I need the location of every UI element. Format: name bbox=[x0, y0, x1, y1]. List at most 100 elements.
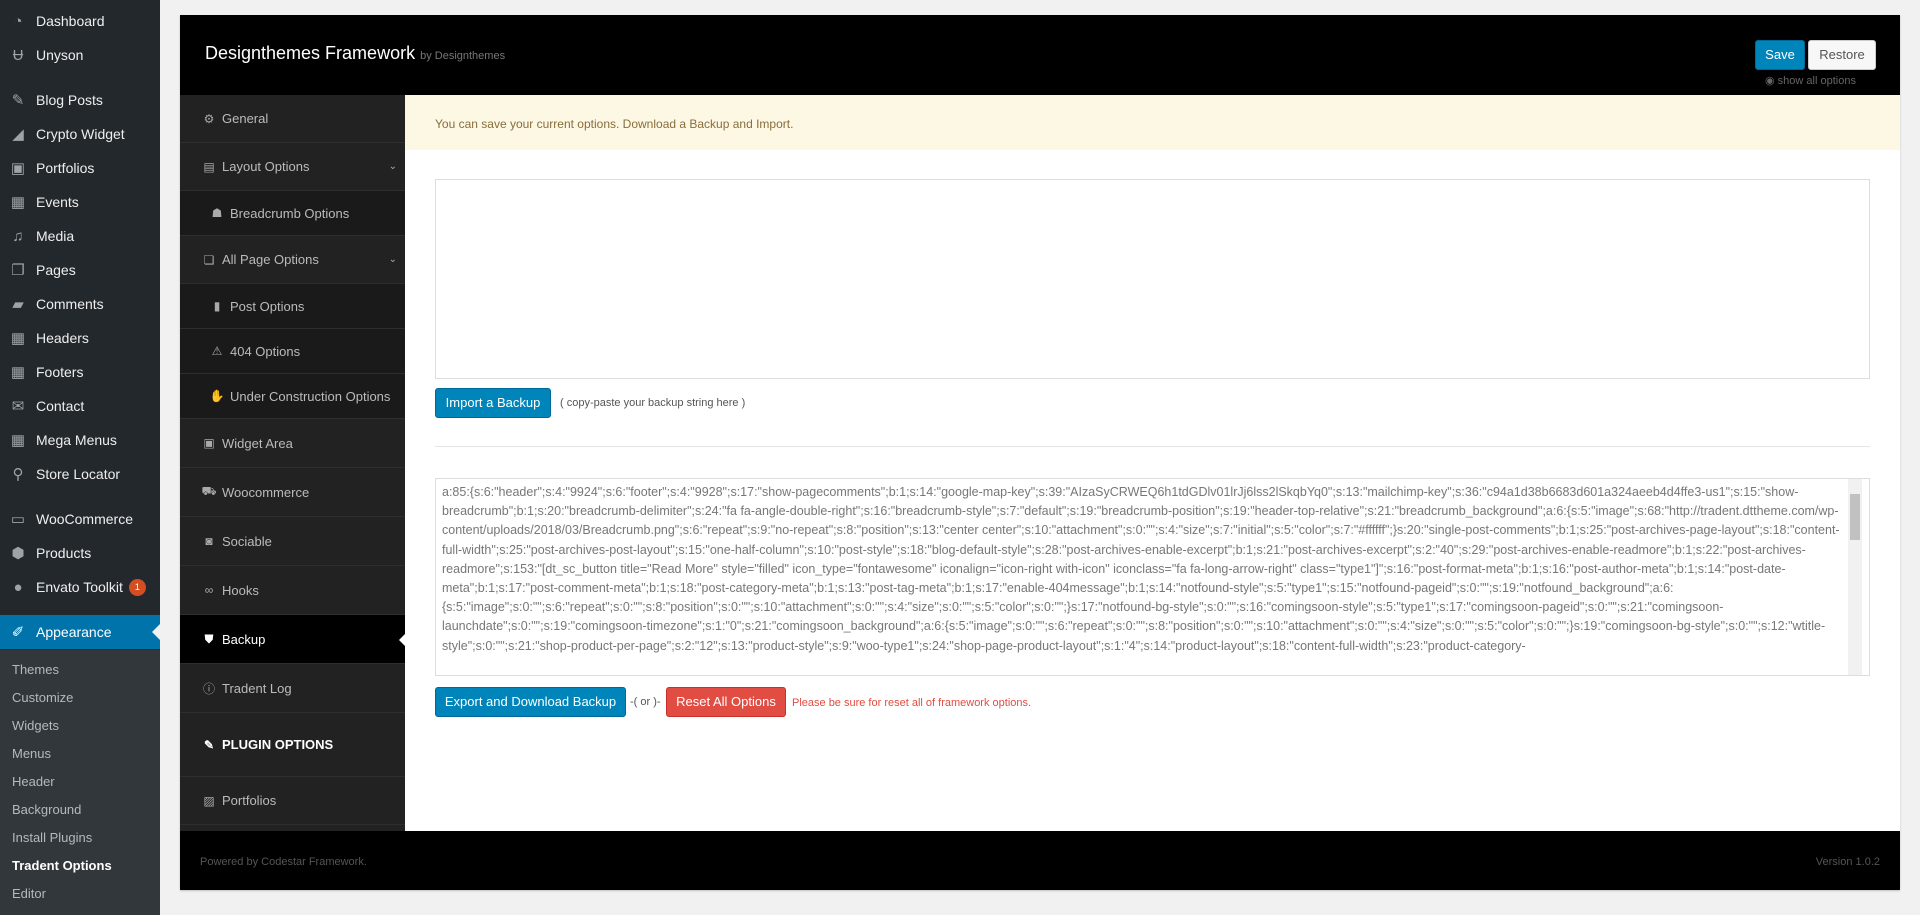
submenu-customize[interactable]: Customize bbox=[12, 690, 73, 705]
nav-label: Post Options bbox=[230, 298, 305, 314]
nav-backup[interactable]: ⛊ Backup bbox=[180, 615, 405, 664]
wp-menu-mega-menus[interactable]: ▦ Mega Menus bbox=[0, 423, 160, 457]
plugin-options-label: PLUGIN OPTIONS bbox=[222, 737, 334, 752]
wp-menu-label: Pages bbox=[36, 262, 76, 278]
or-separator: -( or )- bbox=[630, 696, 661, 708]
file-icon: ▮ bbox=[213, 299, 221, 313]
layout-icon: ▤ bbox=[203, 159, 215, 174]
nav-label: General bbox=[222, 111, 269, 126]
save-button[interactable]: Save bbox=[1755, 40, 1805, 70]
restore-button[interactable]: Restore bbox=[1808, 40, 1876, 70]
nav-all-page-options[interactable]: ❏ All Page Options ⌄ bbox=[180, 236, 405, 284]
wp-menu-store-locator[interactable]: ⚲ Store Locator bbox=[0, 457, 160, 491]
wp-menu-label: Portfolios bbox=[36, 160, 95, 176]
wp-menu-label: Media bbox=[36, 228, 75, 244]
show-all-label: show all options bbox=[1777, 75, 1856, 87]
calendar-icon: ▦ bbox=[10, 194, 26, 211]
nav-404-options[interactable]: ⚠ 404 Options bbox=[180, 329, 405, 374]
wp-menu-footers[interactable]: ▦ Footers bbox=[0, 355, 160, 389]
wp-menu-appearance[interactable]: ✐ Appearance bbox=[0, 615, 160, 649]
submenu-tradent-options[interactable]: Tradent Options bbox=[12, 858, 112, 873]
wp-admin-sidebar: ◔ Dashboard Ʉ Unyson ✎ Blog Posts ◢ Cryp… bbox=[0, 0, 160, 915]
wp-menu-label: Comments bbox=[36, 296, 104, 312]
export-backup-textarea[interactable]: a:85:{s:6:"header";s:4:"9924";s:6:"foote… bbox=[435, 478, 1870, 676]
nav-hooks[interactable]: ∞ Hooks bbox=[180, 566, 405, 615]
wp-menu-label: Contact bbox=[36, 398, 85, 414]
nav-woocommerce[interactable]: ⛟ Woocommerce bbox=[180, 468, 405, 517]
wp-menu-pages[interactable]: ❐ Pages bbox=[0, 253, 160, 287]
shield-icon: ⛊ bbox=[204, 631, 214, 646]
nav-tradent-log[interactable]: ⓘ Tradent Log bbox=[180, 664, 405, 713]
submenu-editor[interactable]: Editor bbox=[12, 886, 46, 901]
nav-sociable[interactable]: ◙ Sociable bbox=[180, 517, 405, 566]
wp-menu-portfolios[interactable]: ▣ Portfolios bbox=[0, 151, 160, 185]
show-all-options-link[interactable]: ◉ show all options bbox=[1765, 74, 1856, 87]
wp-menu-dashboard[interactable]: ◔ Dashboard bbox=[0, 4, 160, 38]
import-hint: ( copy-paste your backup string here ) bbox=[560, 397, 746, 409]
nav-general[interactable]: ⚙ General bbox=[180, 95, 405, 143]
framework-footer: Powered by Codestar Framework. Version 1… bbox=[180, 831, 1900, 890]
wp-menu-media[interactable]: ♫ Media bbox=[0, 219, 160, 253]
wp-menu-crypto-widget[interactable]: ◢ Crypto Widget bbox=[0, 117, 160, 151]
nav-label: Widget Area bbox=[222, 435, 293, 451]
wp-menu-comments[interactable]: ▰ Comments bbox=[0, 287, 160, 321]
image-icon: ▨ bbox=[203, 793, 215, 808]
link-icon: ∞ bbox=[204, 583, 214, 597]
location-icon: ⚲ bbox=[12, 466, 24, 483]
wp-menu-label: WooCommerce bbox=[36, 511, 133, 527]
copy-icon: ❏ bbox=[203, 252, 215, 267]
version-text: Version 1.0.2 bbox=[1815, 856, 1880, 868]
powered-by-text: Powered by Codestar Framework. bbox=[200, 856, 367, 868]
wp-menu-events[interactable]: ▦ Events bbox=[0, 185, 160, 219]
wp-menu-label: Products bbox=[36, 545, 92, 561]
wp-menu-woocommerce[interactable]: ▭ WooCommerce bbox=[0, 502, 160, 536]
nav-label: Hooks bbox=[222, 582, 259, 598]
dashboard-icon: ◔ bbox=[13, 12, 23, 30]
wp-menu-products[interactable]: ⬢ Products bbox=[0, 536, 160, 570]
export-scrollbar-thumb[interactable] bbox=[1850, 494, 1860, 540]
wp-menu-blog-posts[interactable]: ✎ Blog Posts bbox=[0, 83, 160, 117]
nav-label: 404 Options bbox=[230, 343, 301, 359]
import-backup-textarea[interactable] bbox=[435, 179, 1870, 379]
wp-menu-label: Events bbox=[36, 194, 79, 210]
wp-menu-label: Appearance bbox=[36, 624, 112, 640]
grid-icon: ▦ bbox=[10, 330, 26, 347]
wp-menu-headers[interactable]: ▦ Headers bbox=[0, 321, 160, 355]
submenu-header[interactable]: Header bbox=[12, 774, 55, 789]
appearance-submenu: Themes Customize Widgets Menus Header Ba… bbox=[0, 650, 160, 915]
reset-all-options-button[interactable]: Reset All Options bbox=[666, 687, 786, 717]
chevron-down-icon: ⌄ bbox=[388, 161, 397, 172]
wp-menu-label: Blog Posts bbox=[36, 92, 103, 108]
wp-menu-label: Dashboard bbox=[36, 13, 105, 29]
submenu-themes[interactable]: Themes bbox=[12, 662, 59, 677]
mail-icon: ✉ bbox=[11, 398, 25, 415]
wp-menu-unyson[interactable]: Ʉ Unyson bbox=[0, 38, 160, 72]
export-download-backup-button[interactable]: Export and Download Backup bbox=[435, 687, 626, 717]
wp-menu-label: Mega Menus bbox=[36, 432, 117, 448]
nav-breadcrumb-options[interactable]: ☗ Breadcrumb Options bbox=[180, 191, 405, 236]
import-backup-button[interactable]: Import a Backup bbox=[435, 388, 551, 418]
framework-panel: Designthemes Framework by Designthemes Sa… bbox=[180, 15, 1900, 890]
nav-layout-options[interactable]: ▤ Layout Options ⌄ bbox=[180, 143, 405, 191]
media-icon: ♫ bbox=[12, 227, 24, 245]
share-icon: ◙ bbox=[205, 534, 213, 548]
framework-by-text: by Designthemes bbox=[420, 50, 506, 62]
submenu-menus[interactable]: Menus bbox=[12, 746, 51, 761]
wp-menu-contact[interactable]: ✉ Contact bbox=[0, 389, 160, 423]
wp-menu-label: Envato Toolkit bbox=[36, 579, 123, 595]
submenu-widgets[interactable]: Widgets bbox=[12, 718, 59, 733]
nav-post-options[interactable]: ▮ Post Options bbox=[180, 284, 405, 329]
framework-title-text: Designthemes Framework bbox=[205, 43, 416, 63]
framework-header: Designthemes Framework by Designthemes Sa… bbox=[180, 15, 1900, 95]
submenu-background[interactable]: Background bbox=[12, 802, 81, 817]
submenu-install-plugins[interactable]: Install Plugins bbox=[12, 830, 92, 845]
portfolio-icon: ▣ bbox=[10, 160, 26, 177]
pin-icon: ✎ bbox=[11, 92, 25, 109]
wp-menu-label: Store Locator bbox=[36, 466, 121, 482]
wp-menu-envato-toolkit[interactable]: ● Envato Toolkit 1 bbox=[0, 570, 160, 604]
sitemap-icon: ☗ bbox=[211, 206, 223, 220]
nav-portfolios[interactable]: ▨ Portfolios bbox=[180, 777, 405, 825]
nav-widget-area[interactable]: ▣ Widget Area bbox=[180, 419, 405, 468]
woo-icon: ▭ bbox=[10, 511, 26, 528]
nav-under-construction-options[interactable]: ✋ Under Construction Options bbox=[180, 374, 405, 419]
